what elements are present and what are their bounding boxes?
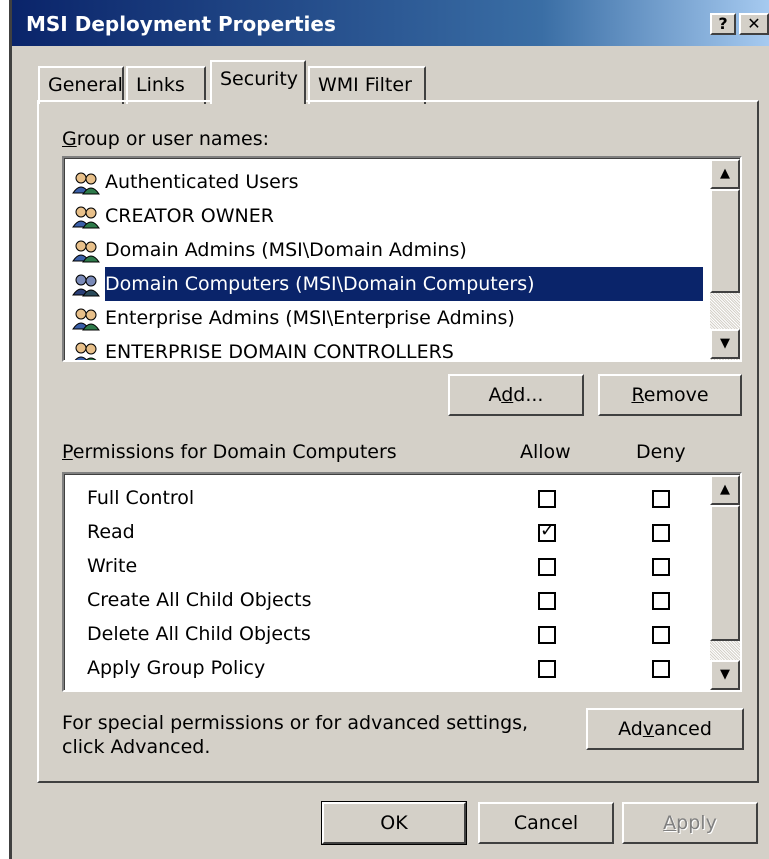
group-list-scrollbar[interactable]: ▲ ▼ xyxy=(710,159,740,360)
arrow-up-icon: ▲ xyxy=(720,482,730,497)
deny-column-header: Deny xyxy=(636,441,686,463)
users-icon xyxy=(71,171,101,195)
permissions-list[interactable]: Full Control Read Write Create All Child… xyxy=(62,472,742,692)
arrow-down-icon: ▼ xyxy=(720,667,730,682)
advanced-button[interactable]: Advanced xyxy=(586,708,744,750)
scroll-up-button[interactable]: ▲ xyxy=(710,159,740,189)
arrow-down-icon: ▼ xyxy=(720,336,730,351)
arrow-up-icon: ▲ xyxy=(720,166,730,181)
title-bar[interactable]: MSI Deployment Properties ? ✕ xyxy=(12,0,769,46)
advanced-hint-line1: For special permissions or for advanced … xyxy=(62,712,529,734)
group-names-label: Group or user names: xyxy=(62,128,270,150)
group-user-list[interactable]: Authenticated Users CREATOR OWNER Domain… xyxy=(62,156,742,362)
permission-row: Create All Child Objects xyxy=(87,589,312,611)
users-icon xyxy=(71,239,101,263)
close-button[interactable]: ✕ xyxy=(739,13,769,35)
allow-delete-child-checkbox[interactable] xyxy=(538,626,556,644)
help-icon: ? xyxy=(718,14,728,33)
list-item[interactable]: Domain Admins (MSI\Domain Admins) xyxy=(71,233,467,267)
users-icon xyxy=(71,307,101,331)
add-button[interactable]: Add... xyxy=(448,374,584,416)
list-item[interactable]: Authenticated Users xyxy=(71,165,299,199)
users-icon xyxy=(71,341,101,360)
allow-column-header: Allow xyxy=(520,441,571,463)
scroll-thumb[interactable] xyxy=(710,505,740,641)
permissions-scrollbar[interactable]: ▲ ▼ xyxy=(710,475,740,690)
users-icon xyxy=(71,205,101,229)
help-button[interactable]: ? xyxy=(710,13,736,35)
allow-write-checkbox[interactable] xyxy=(538,558,556,576)
scroll-thumb[interactable] xyxy=(710,189,740,293)
ok-button[interactable]: OK xyxy=(321,801,467,845)
permissions-list-inner: Full Control Read Write Create All Child… xyxy=(64,474,740,690)
permission-row: Read xyxy=(87,521,135,543)
group-user-list-inner: Authenticated Users CREATOR OWNER Domain… xyxy=(64,158,740,360)
allow-read-checkbox[interactable] xyxy=(538,520,556,542)
allow-create-child-checkbox[interactable] xyxy=(538,592,556,610)
permission-row: Apply Group Policy xyxy=(87,657,266,679)
remove-button[interactable]: Remove xyxy=(598,374,742,416)
deny-create-child-checkbox[interactable] xyxy=(652,592,670,610)
scroll-up-button[interactable]: ▲ xyxy=(710,475,740,505)
advanced-hint-line2: click Advanced. xyxy=(62,736,211,758)
permission-row: Full Control xyxy=(87,487,195,509)
list-item-selected[interactable]: Domain Computers (MSI\Domain Computers) xyxy=(71,267,705,301)
allow-full-control-checkbox[interactable] xyxy=(538,490,556,508)
list-item[interactable]: CREATOR OWNER xyxy=(71,199,274,233)
users-icon xyxy=(71,273,101,297)
list-item[interactable]: Enterprise Admins (MSI\Enterprise Admins… xyxy=(71,301,515,335)
permissions-label: Permissions for Domain Computers xyxy=(62,441,397,463)
background-window-edge xyxy=(0,0,12,859)
tab-links[interactable]: Links xyxy=(126,66,206,104)
close-icon: ✕ xyxy=(747,14,761,33)
tab-general[interactable]: General xyxy=(38,66,124,104)
apply-button[interactable]: Apply xyxy=(622,802,758,844)
tab-wmi-filter[interactable]: WMI Filter xyxy=(308,66,426,104)
cancel-button[interactable]: Cancel xyxy=(478,802,614,844)
permission-row: Write xyxy=(87,555,138,577)
window-title: MSI Deployment Properties xyxy=(26,12,336,36)
scroll-down-button[interactable]: ▼ xyxy=(710,660,740,690)
tab-security[interactable]: Security xyxy=(210,60,306,104)
deny-write-checkbox[interactable] xyxy=(652,558,670,576)
permission-row: Delete All Child Objects xyxy=(87,623,311,645)
list-item[interactable]: ENTERPRISE DOMAIN CONTROLLERS xyxy=(71,335,454,360)
scroll-down-button[interactable]: ▼ xyxy=(710,329,740,359)
deny-full-control-checkbox[interactable] xyxy=(652,490,670,508)
deny-delete-child-checkbox[interactable] xyxy=(652,626,670,644)
allow-apply-group-policy-checkbox[interactable] xyxy=(538,660,556,678)
deny-apply-group-policy-checkbox[interactable] xyxy=(652,660,670,678)
deny-read-checkbox[interactable] xyxy=(652,524,670,542)
